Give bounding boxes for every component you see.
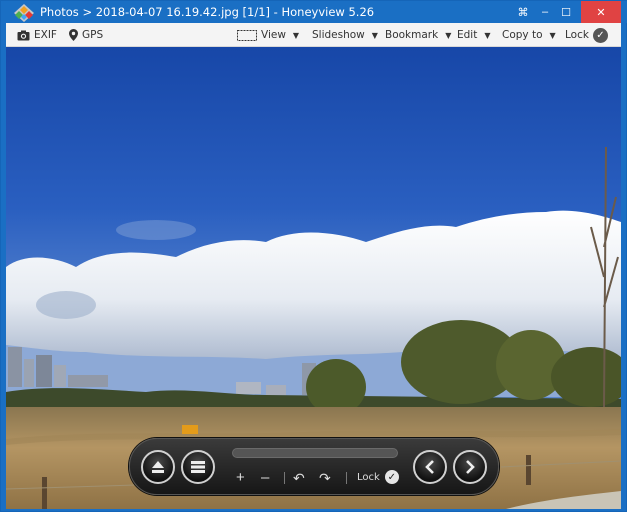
honeyview-window: Photos > 2018-04-07 16.19.42.jpg [1/1] -…	[0, 0, 627, 512]
slideshow-menu[interactable]: Slideshow ▼	[312, 23, 378, 47]
hamburger-icon	[191, 461, 205, 473]
rotate-left-button[interactable]: ↶	[293, 469, 305, 487]
divider	[346, 472, 347, 484]
bookmark-menu[interactable]: Bookmark ▼	[385, 23, 451, 47]
view-label: View	[261, 29, 286, 41]
zoom-in-button[interactable]: +	[236, 469, 245, 487]
gps-label: GPS	[82, 29, 104, 41]
overlay-lock-toggle[interactable]: Lock ✓	[357, 470, 399, 484]
chevron-down-icon: ▼	[484, 30, 491, 40]
chevron-down-icon: ▼	[445, 30, 452, 40]
chevron-down-icon: ▼	[549, 30, 556, 40]
edit-menu[interactable]: Edit ▼	[457, 23, 491, 47]
exif-button[interactable]: EXIF	[17, 23, 57, 47]
chevron-left-icon	[425, 460, 434, 474]
view-frame-icon	[237, 29, 257, 41]
lock-label: Lock	[565, 29, 589, 41]
maximize-button[interactable]: ☐	[558, 1, 574, 23]
previous-button[interactable]	[413, 450, 447, 484]
check-icon: ✓	[592, 27, 608, 43]
honeyview-logo-icon	[14, 4, 34, 22]
overlay-control-panel: + – ↶ ↷ Lock ✓	[129, 438, 499, 495]
zoom-out-button[interactable]: –	[261, 469, 269, 487]
rotate-right-button[interactable]: ↷	[319, 469, 331, 487]
overlay-lock-label: Lock	[357, 471, 380, 483]
toolbar: EXIF GPS View ▼ Slideshow ▼ Bookmark ▼ E…	[6, 23, 621, 47]
map-pin-icon	[69, 29, 78, 41]
lock-toggle[interactable]: Lock ✓	[565, 23, 608, 47]
title-bar[interactable]: Photos > 2018-04-07 16.19.42.jpg [1/1] -…	[1, 1, 627, 23]
chevron-down-icon: ▼	[292, 30, 300, 40]
next-button[interactable]	[453, 450, 487, 484]
edit-label: Edit	[457, 29, 478, 41]
view-menu[interactable]: View ▼	[237, 23, 299, 47]
bookmark-label: Bookmark	[385, 29, 439, 41]
slideshow-label: Slideshow	[312, 29, 365, 41]
camera-icon	[17, 30, 30, 40]
chevron-down-icon: ▼	[371, 30, 378, 40]
exif-label: EXIF	[34, 29, 57, 41]
minimize-button[interactable]: –	[536, 1, 554, 23]
divider	[284, 472, 285, 484]
close-button[interactable]: ✕	[581, 1, 621, 23]
check-icon: ✓	[384, 470, 399, 484]
menu-button[interactable]	[181, 450, 215, 484]
eject-button[interactable]	[141, 450, 175, 484]
chevron-right-icon	[466, 460, 475, 474]
eject-icon	[152, 461, 164, 473]
pin-icon[interactable]: ⌘	[515, 1, 531, 23]
window-title: Photos > 2018-04-07 16.19.42.jpg [1/1] -…	[40, 5, 375, 19]
copy-to-menu[interactable]: Copy to ▼	[502, 23, 556, 47]
copy-to-label: Copy to	[502, 29, 543, 41]
seek-slider[interactable]	[232, 448, 398, 458]
gps-button[interactable]: GPS	[69, 23, 103, 47]
